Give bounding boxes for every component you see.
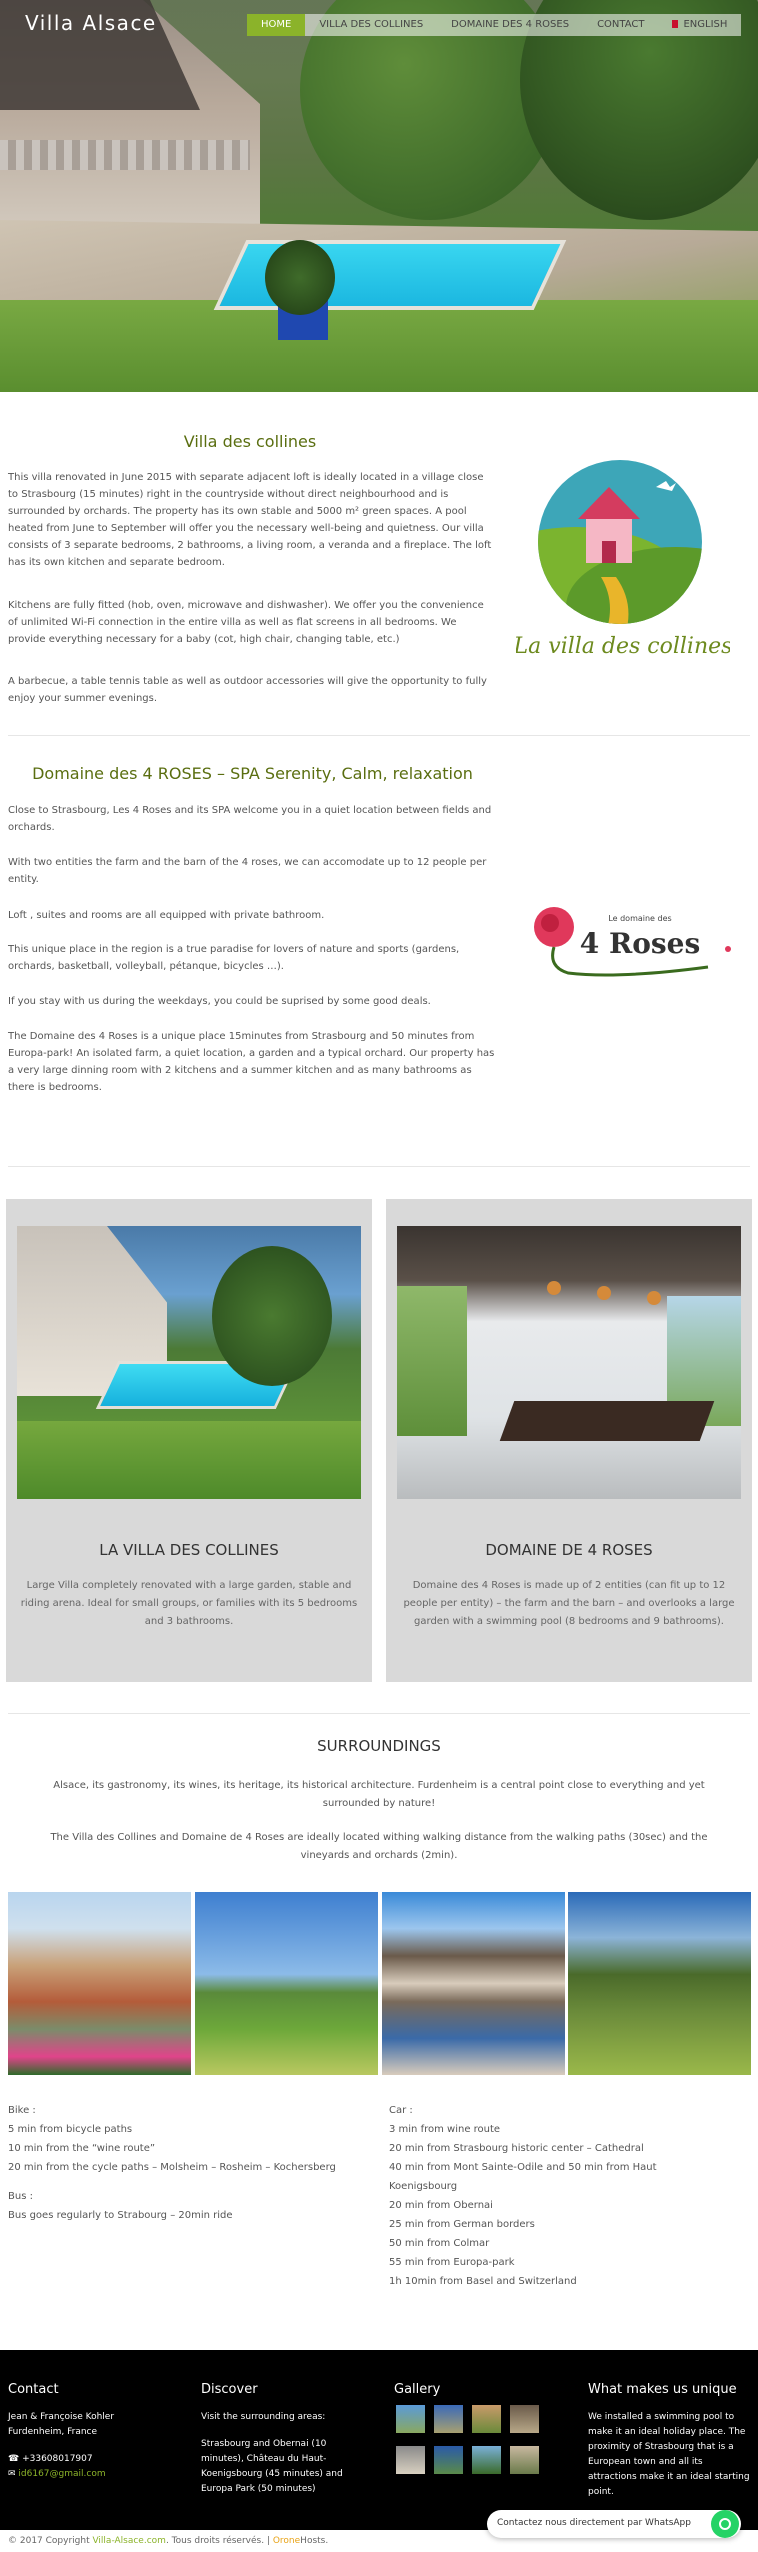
card-domaine[interactable]: DOMAINE DE 4 ROSES Domaine des 4 Roses i… (386, 1199, 752, 1682)
email-icon: ✉ (8, 2469, 19, 2479)
list-item: 55 min from Europa-park (389, 2257, 515, 2268)
discover-text: Strasbourg and Obernai (10 minutes), Châ… (201, 2439, 343, 2494)
card-villa-photo[interactable] (17, 1226, 361, 1499)
villa-title: Villa des collines (183, 432, 317, 451)
gallery-thumb[interactable] (510, 2405, 539, 2433)
villa-text-1: This villa renovated in June 2015 with s… (8, 472, 492, 568)
whatsapp-label: Contactez nous directement par WhatsApp (497, 2518, 691, 2528)
domaine-text-2: With two entities the farm and the barn … (8, 857, 487, 885)
bike-bus-list: Bike : 5 min from bicycle paths 10 min f… (8, 2101, 368, 2225)
card-villa[interactable]: LA VILLA DES COLLINES Large Villa comple… (6, 1199, 372, 1682)
domaine-logo-big: 4 Roses (580, 927, 701, 960)
list-item: 10 min from the “wine route” (8, 2143, 156, 2154)
divider (8, 1713, 750, 1714)
domaine-text-3: Loft , suites and rooms are all equipped… (8, 910, 325, 921)
copyright-link[interactable]: Villa-Alsace.com (92, 2536, 165, 2546)
footer-contact-body: Jean & Françoise Kohler Furdenheim, Fran… (8, 2410, 178, 2482)
whatsapp-button[interactable]: Contactez nous directement par WhatsApp (487, 2510, 741, 2538)
nav-home[interactable]: HOME (247, 14, 306, 36)
villa-text-3: A barbecue, a table tennis table as well… (8, 676, 487, 704)
copyright-mid: . Tous droits réservés. | (165, 2536, 273, 2546)
car-heading: Car : (389, 2105, 413, 2116)
domaine-title: Domaine des 4 ROSES – SPA Serenity, Calm… (32, 764, 473, 783)
phone-number[interactable]: +33608017907 (22, 2454, 93, 2464)
footer-contact-heading: Contact (8, 2382, 59, 2397)
surroundings-text-2: The Villa des Collines and Domaine de 4 … (50, 1832, 708, 1861)
divider (8, 1166, 750, 1167)
gallery-thumb[interactable] (396, 2446, 425, 2474)
copyright: © 2017 Copyright Villa-Alsace.com. Tous … (8, 2536, 328, 2546)
copyright-end: Hosts. (300, 2536, 329, 2546)
gallery-thumb[interactable] (434, 2405, 463, 2433)
gallery-thumb[interactable] (472, 2405, 501, 2433)
gallery-photo-hills[interactable] (568, 1892, 751, 2075)
gallery-thumb[interactable] (510, 2446, 539, 2474)
copyright-pre: © 2017 Copyright (8, 2536, 93, 2546)
gallery-photo-vineyard[interactable] (195, 1892, 378, 2075)
email-address[interactable]: id6167@gmail.com (18, 2469, 105, 2479)
nav-contact[interactable]: CONTACT (583, 14, 658, 36)
contact-phone[interactable]: ☎ +33608017907 (8, 2452, 178, 2467)
surroundings-text-1: Alsace, its gastronomy, its wines, its h… (53, 1780, 705, 1809)
bus-heading: Bus : (8, 2191, 33, 2202)
surroundings-title: SURROUNDINGS (317, 1737, 441, 1755)
gallery-photo-petite-france[interactable] (8, 1892, 191, 2075)
gallery-thumb[interactable] (472, 2446, 501, 2474)
nav-villa-des-collines[interactable]: VILLA DES COLLINES (305, 14, 437, 36)
footer-discover-body: Visit the surrounding areas: Strasbourg … (201, 2410, 371, 2497)
main-nav: HOME VILLA DES COLLINES DOMAINE DES 4 RO… (247, 14, 742, 36)
list-item: 25 min from German borders (389, 2219, 535, 2230)
footer: Contact Jean & Françoise Kohler Furdenhe… (0, 2350, 758, 2530)
gallery-thumb[interactable] (434, 2446, 463, 2474)
bike-heading: Bike : (8, 2105, 36, 2116)
nav-domaine-des-4-roses[interactable]: DOMAINE DES 4 ROSES (437, 14, 583, 36)
discover-intro: Visit the surrounding areas: (201, 2412, 326, 2422)
list-item: 1h 10min from Basel and Switzerland (389, 2276, 577, 2287)
whatsapp-icon[interactable] (711, 2510, 739, 2538)
list-item: 20 min from Obernai (389, 2200, 493, 2211)
list-item: Bus goes regularly to Strabourg – 20min … (8, 2210, 233, 2221)
footer-gallery-heading: Gallery (394, 2382, 441, 2397)
nav-language[interactable]: ENGLISH (658, 14, 741, 36)
list-item: 5 min from bicycle paths (8, 2124, 133, 2135)
list-item: 3 min from wine route (389, 2124, 501, 2135)
footer-discover-heading: Discover (201, 2382, 258, 2397)
hero-image (0, 0, 758, 392)
contact-name: Jean & Françoise Kohler (8, 2412, 115, 2422)
footer-unique-text: We installed a swimming pool to make it … (588, 2412, 750, 2497)
host-link[interactable]: Orone (273, 2536, 300, 2546)
villa-des-collines-logo: La villa des collines (516, 460, 730, 659)
domaine-logo-small: Le domaine des (608, 914, 671, 923)
list-item: 40 min from Mont Sainte-Odile and 50 min… (389, 2162, 657, 2192)
list-item: 20 min from Strasbourg historic center –… (389, 2143, 644, 2154)
phone-icon: ☎ (8, 2454, 23, 2464)
card-villa-title[interactable]: LA VILLA DES COLLINES (6, 1541, 372, 1559)
car-list: Car : 3 min from wine route 20 min from … (389, 2101, 689, 2291)
nav-language-label: ENGLISH (683, 19, 728, 30)
card-villa-desc: Large Villa completely renovated with a … (20, 1580, 358, 1627)
list-item: 50 min from Colmar (389, 2238, 490, 2249)
gallery-thumb[interactable] (396, 2405, 425, 2433)
domaine-text-6: The Domaine des 4 Roses is a unique plac… (8, 1031, 495, 1093)
villa-text-2: Kitchens are fully fitted (hob, oven, mi… (8, 600, 484, 645)
list-item: 20 min from the cycle paths – Molsheim –… (8, 2162, 336, 2173)
flag-icon (672, 20, 679, 28)
card-domaine-desc: Domaine des 4 Roses is made up of 2 enti… (403, 1580, 735, 1627)
villa-logo-text: La villa des collines (516, 634, 730, 659)
domaine-text-1: Close to Strasbourg, Les 4 Roses and its… (8, 805, 492, 833)
footer-unique-heading: What makes us unique (588, 2382, 737, 2397)
card-domaine-photo[interactable] (397, 1226, 741, 1499)
site-logo[interactable]: Villa Alsace (25, 11, 157, 35)
domaine-text-4: This unique place in the region is a tru… (8, 944, 460, 972)
domaine-text-5: If you stay with us during the weekdays,… (8, 996, 431, 1007)
gallery-photo-canal[interactable] (382, 1892, 565, 2075)
contact-email[interactable]: ✉ id6167@gmail.com (8, 2467, 178, 2482)
domaine-4-roses-logo: Le domaine des 4 Roses (534, 907, 731, 977)
contact-city: Furdenheim, France (8, 2427, 98, 2437)
card-domaine-title[interactable]: DOMAINE DE 4 ROSES (386, 1541, 752, 1559)
divider (8, 735, 750, 736)
